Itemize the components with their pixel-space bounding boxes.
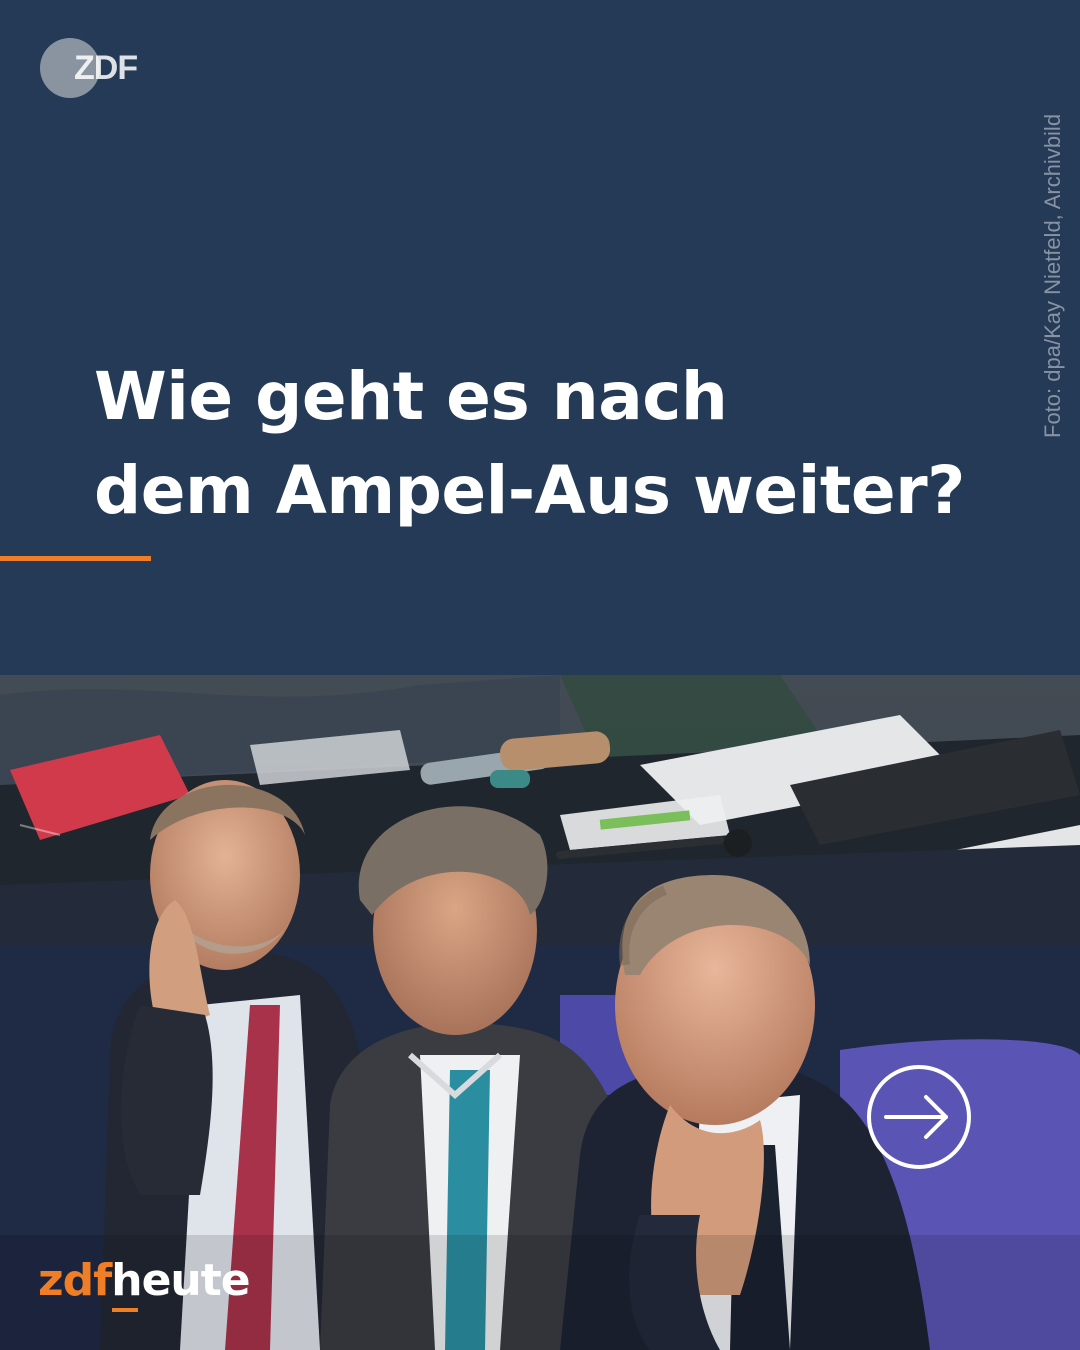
zdf-logo-text: ZDF	[74, 49, 138, 87]
logo-underline	[112, 1308, 139, 1312]
news-photo	[0, 675, 1080, 1350]
accent-divider	[0, 556, 151, 561]
zdfheute-logo-prefix: zdf	[38, 1255, 112, 1306]
header-panel: ZDF Wie geht es nach dem Ampel-Aus weite…	[0, 0, 1080, 675]
headline: Wie geht es nach dem Ampel-Aus weiter?	[94, 350, 994, 538]
zdfheute-logo-suffix-text: heute	[111, 1255, 250, 1306]
zdfheute-logo: zdfheute	[38, 1254, 251, 1314]
headline-line-2: dem Ampel-Aus weiter?	[94, 452, 965, 529]
zdf-logo: ZDF	[40, 38, 152, 100]
photo-illustration	[0, 675, 1080, 1350]
arrow-right-circle-icon	[867, 1065, 971, 1169]
next-arrow-button[interactable]	[866, 1064, 972, 1170]
social-post-card: ZDF Wie geht es nach dem Ampel-Aus weite…	[0, 0, 1080, 1350]
photo-credit: Foto: dpa/Kay Nietfeld, Archivbild	[1040, 113, 1065, 438]
zdfheute-logo-suffix: heute	[111, 1255, 251, 1312]
headline-line-1: Wie geht es nach	[94, 358, 728, 435]
